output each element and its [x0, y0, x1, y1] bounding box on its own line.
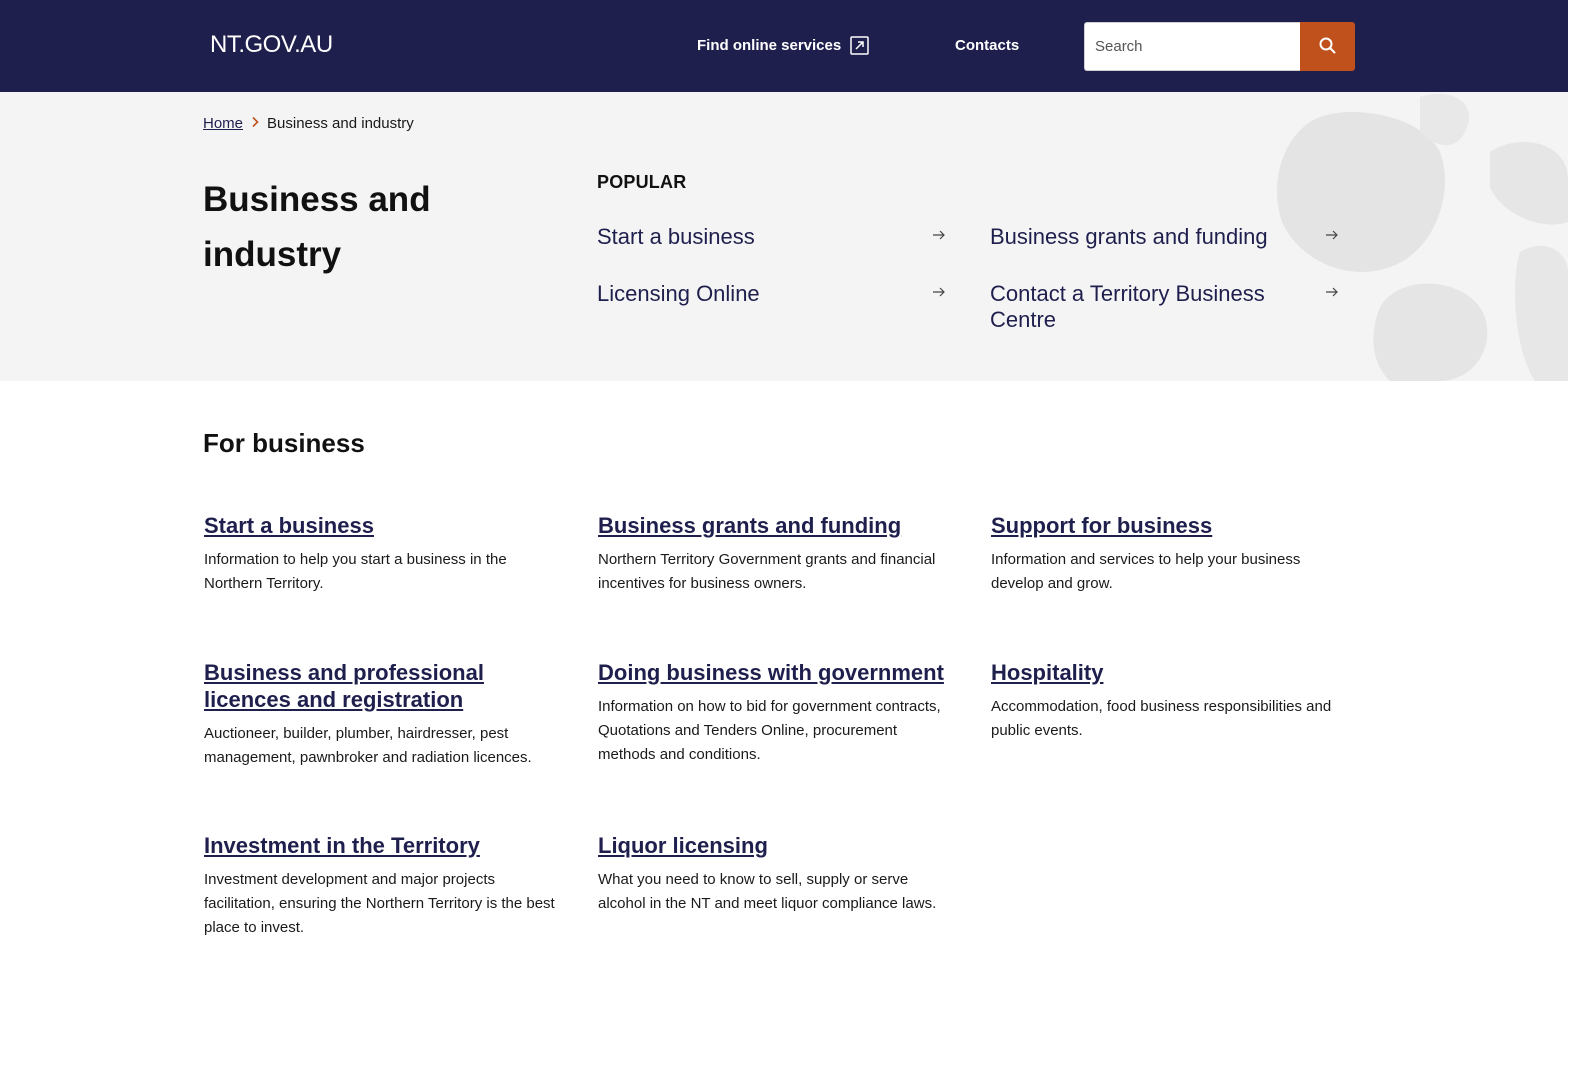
card-title-link[interactable]: Business and professional licences and r…: [204, 659, 564, 713]
popular-link-licensing-online[interactable]: Licensing Online: [597, 281, 947, 307]
card-title-link[interactable]: Business grants and funding: [598, 512, 958, 539]
card-title-link[interactable]: Investment in the Territory: [204, 832, 564, 859]
popular-link-label: Start a business: [597, 224, 755, 249]
nav-find-online-services[interactable]: Find online services: [697, 36, 869, 55]
card-title-link[interactable]: Liquor licensing: [598, 832, 958, 859]
chevron-right-icon: [250, 115, 260, 132]
page-title: Business and industry: [203, 180, 431, 274]
card-liquor-licensing: Liquor licensing What you need to know t…: [598, 832, 958, 916]
card-description: Northern Territory Government grants and…: [598, 551, 936, 592]
card-description: What you need to know to sell, supply or…: [598, 871, 937, 912]
popular-link-label: Business grants and funding: [990, 224, 1268, 249]
nav-contacts[interactable]: Contacts: [955, 37, 1019, 54]
arrow-right-icon: [931, 284, 947, 300]
card-investment-in-the-territory: Investment in the Territory Investment d…: [204, 832, 564, 940]
card-description: Auctioneer, builder, plumber, hairdresse…: [204, 725, 532, 766]
card-doing-business-with-government: Doing business with government Informati…: [598, 659, 958, 767]
card-description: Information to help you start a business…: [204, 551, 507, 592]
card-description: Information on how to bid for government…: [598, 698, 941, 763]
popular-link-label: Contact a Territory Business Centre: [990, 281, 1265, 332]
search-icon: [1319, 37, 1336, 57]
hero-banner: Home Business and industry Business and …: [0, 92, 1568, 381]
card-title-link[interactable]: Doing business with government: [598, 659, 958, 686]
card-title-link[interactable]: Hospitality: [991, 659, 1351, 686]
arrow-right-icon: [931, 227, 947, 243]
card-description: Accommodation, food business responsibil…: [991, 698, 1332, 739]
card-licences-and-registration: Business and professional licences and r…: [204, 659, 564, 770]
card-business-grants: Business grants and funding Northern Ter…: [598, 512, 958, 596]
external-link-icon: [850, 36, 869, 55]
search-form: [1084, 22, 1355, 71]
card-title-link[interactable]: Start a business: [204, 512, 564, 539]
popular-link-contact-territory-business-centre[interactable]: Contact a Territory Business Centre: [990, 281, 1340, 333]
breadcrumb-home[interactable]: Home: [203, 115, 243, 132]
breadcrumb: Home Business and industry: [203, 115, 414, 132]
arrow-right-icon: [1324, 227, 1340, 243]
card-support-for-business: Support for business Information and ser…: [991, 512, 1351, 596]
card-title-link[interactable]: Support for business: [991, 512, 1351, 539]
card-hospitality: Hospitality Accommodation, food business…: [991, 659, 1351, 743]
search-input[interactable]: [1084, 22, 1300, 71]
popular-link-start-a-business[interactable]: Start a business: [597, 224, 947, 250]
popular-link-business-grants[interactable]: Business grants and funding: [990, 224, 1340, 250]
for-business-heading: For business: [203, 428, 365, 458]
search-button[interactable]: [1300, 22, 1355, 71]
popular-link-label: Licensing Online: [597, 281, 760, 306]
nav-find-online-services-label: Find online services: [697, 37, 842, 54]
site-logo[interactable]: NT.GOV.AU: [210, 31, 333, 59]
arrow-right-icon: [1324, 284, 1340, 300]
site-header: NT.GOV.AU Find online services Contacts: [0, 0, 1568, 92]
breadcrumb-current: Business and industry: [267, 115, 414, 132]
popular-heading: POPULAR: [597, 172, 687, 192]
card-start-a-business: Start a business Information to help you…: [204, 512, 564, 596]
card-description: Information and services to help your bu…: [991, 551, 1301, 592]
card-description: Investment development and major project…: [204, 871, 555, 936]
